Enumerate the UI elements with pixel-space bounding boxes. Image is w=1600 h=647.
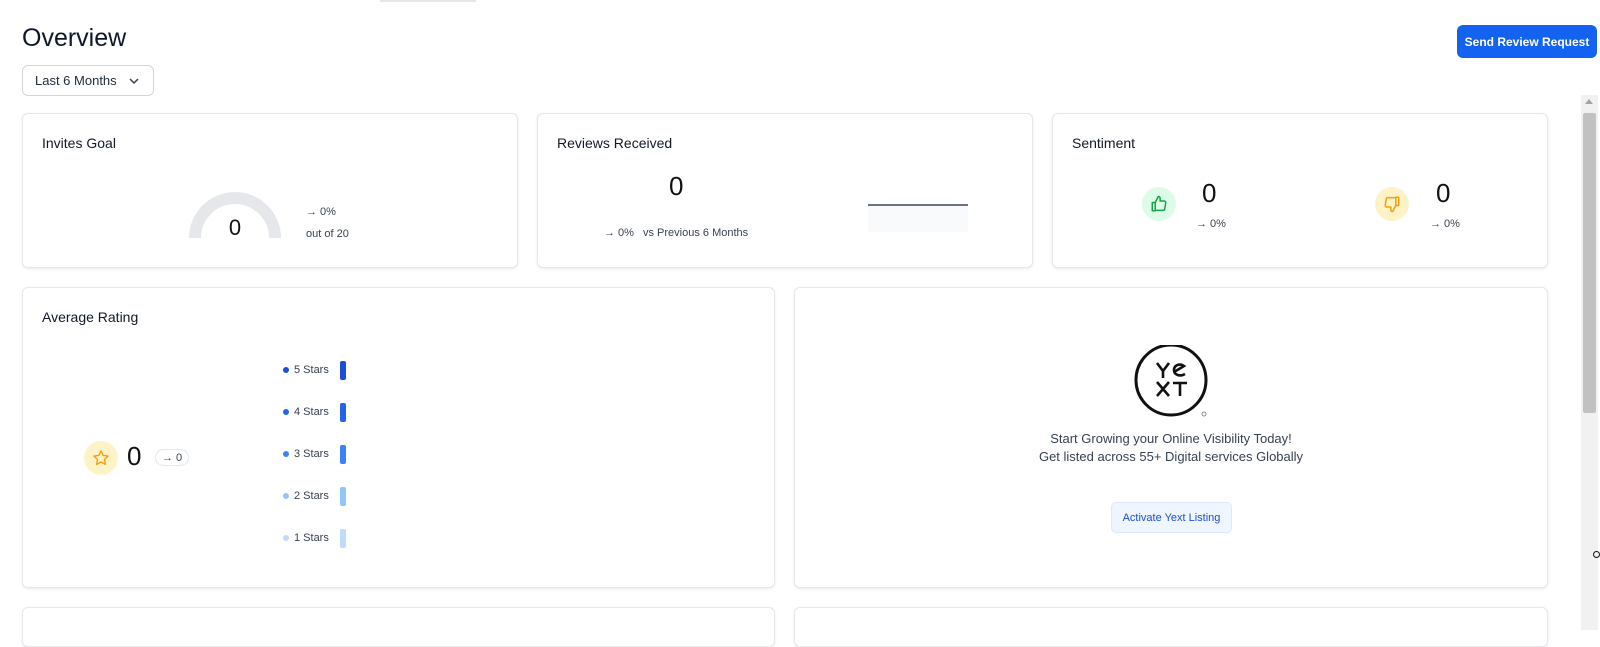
rating-dot <box>283 409 289 415</box>
average-rating-change: → 0 <box>155 449 190 466</box>
invites-goal-out-of: out of 20 <box>306 228 349 240</box>
period-dropdown[interactable]: Last 6 Months <box>22 65 154 96</box>
reviews-sparkline <box>868 204 968 206</box>
period-label: Last 6 Months <box>35 73 117 88</box>
rating-bar <box>340 403 346 422</box>
reviews-received-comparison: vs Previous 6 Months <box>643 227 749 239</box>
sentiment-title: Sentiment <box>1072 135 1136 151</box>
sentiment-negative-value: 0 <box>1436 178 1451 208</box>
thumbs-up-icon <box>1151 195 1167 212</box>
rating-label: 3 Stars <box>294 448 329 460</box>
rating-row: 1 Stars <box>283 528 329 548</box>
rating-bar <box>340 487 346 506</box>
chevron-down-icon <box>129 77 139 84</box>
invites-goal-title: Invites Goal <box>42 135 116 151</box>
page-title: Overview <box>22 24 127 52</box>
average-rating-title: Average Rating <box>42 309 139 325</box>
rating-row: 5 Stars <box>283 360 329 380</box>
send-review-request-button[interactable]: Send Review Request <box>1457 25 1597 58</box>
reviews-received-change: → 0% <box>604 227 634 239</box>
yext-headline: Start Growing your Online Visibility Tod… <box>1050 431 1292 446</box>
invites-goal-card: Invites Goal 0 → 0% out of 20 <box>22 113 518 268</box>
reviews-received-card: Reviews Received 0 → 0% vs Previous 6 Mo… <box>537 113 1033 268</box>
bottom-left-card <box>22 607 775 647</box>
reviews-sparkline-area <box>868 204 968 232</box>
rating-star-badge <box>84 441 118 475</box>
rating-dot <box>283 535 289 541</box>
sentiment-positive-change: → 0% <box>1196 218 1226 230</box>
rating-label: 1 Stars <box>294 532 329 544</box>
invites-goal-value: 0 <box>228 215 242 240</box>
rating-label: 5 Stars <box>294 364 329 376</box>
scroll-up-arrow-icon[interactable] <box>1585 99 1593 104</box>
sentiment-card: Sentiment 0 → 0% 0 → 0% <box>1052 113 1548 268</box>
sentiment-positive-badge <box>1142 187 1176 221</box>
yext-logo-icon <box>1134 345 1208 417</box>
average-rating-value: 0 <box>127 441 142 471</box>
sentiment-negative-change: → 0% <box>1430 218 1460 230</box>
rating-row: 3 Stars <box>283 444 329 464</box>
sentiment-positive-value: 0 <box>1202 178 1217 208</box>
star-icon <box>93 450 109 466</box>
activate-yext-listing-button[interactable]: Activate Yext Listing <box>1111 502 1232 533</box>
rating-bar <box>340 361 346 380</box>
rating-row: 4 Stars <box>283 402 329 422</box>
rating-label: 4 Stars <box>294 406 329 418</box>
bottom-right-card <box>794 607 1548 647</box>
reviews-received-value: 0 <box>669 171 684 201</box>
rating-dot <box>283 493 289 499</box>
rating-bar <box>340 445 346 464</box>
rating-label: 2 Stars <box>294 490 329 502</box>
rating-row: 2 Stars <box>283 486 329 506</box>
yext-subline: Get listed across 55+ Digital services G… <box>1038 449 1304 464</box>
rating-bar <box>340 529 346 548</box>
top-divider <box>380 0 476 2</box>
thumbs-down-icon <box>1384 196 1400 213</box>
sentiment-negative-badge <box>1375 187 1409 221</box>
reviews-received-title: Reviews Received <box>557 135 673 151</box>
cursor-icon <box>1593 551 1600 558</box>
scrollbar-thumb[interactable] <box>1583 113 1596 413</box>
invites-goal-change: → 0% <box>306 206 336 218</box>
average-rating-card: Average Rating 0 → 0 5 Stars 4 Stars 3 S… <box>22 287 775 588</box>
rating-dot <box>283 367 289 373</box>
yext-card: Start Growing your Online Visibility Tod… <box>794 287 1548 588</box>
rating-dot <box>283 451 289 457</box>
